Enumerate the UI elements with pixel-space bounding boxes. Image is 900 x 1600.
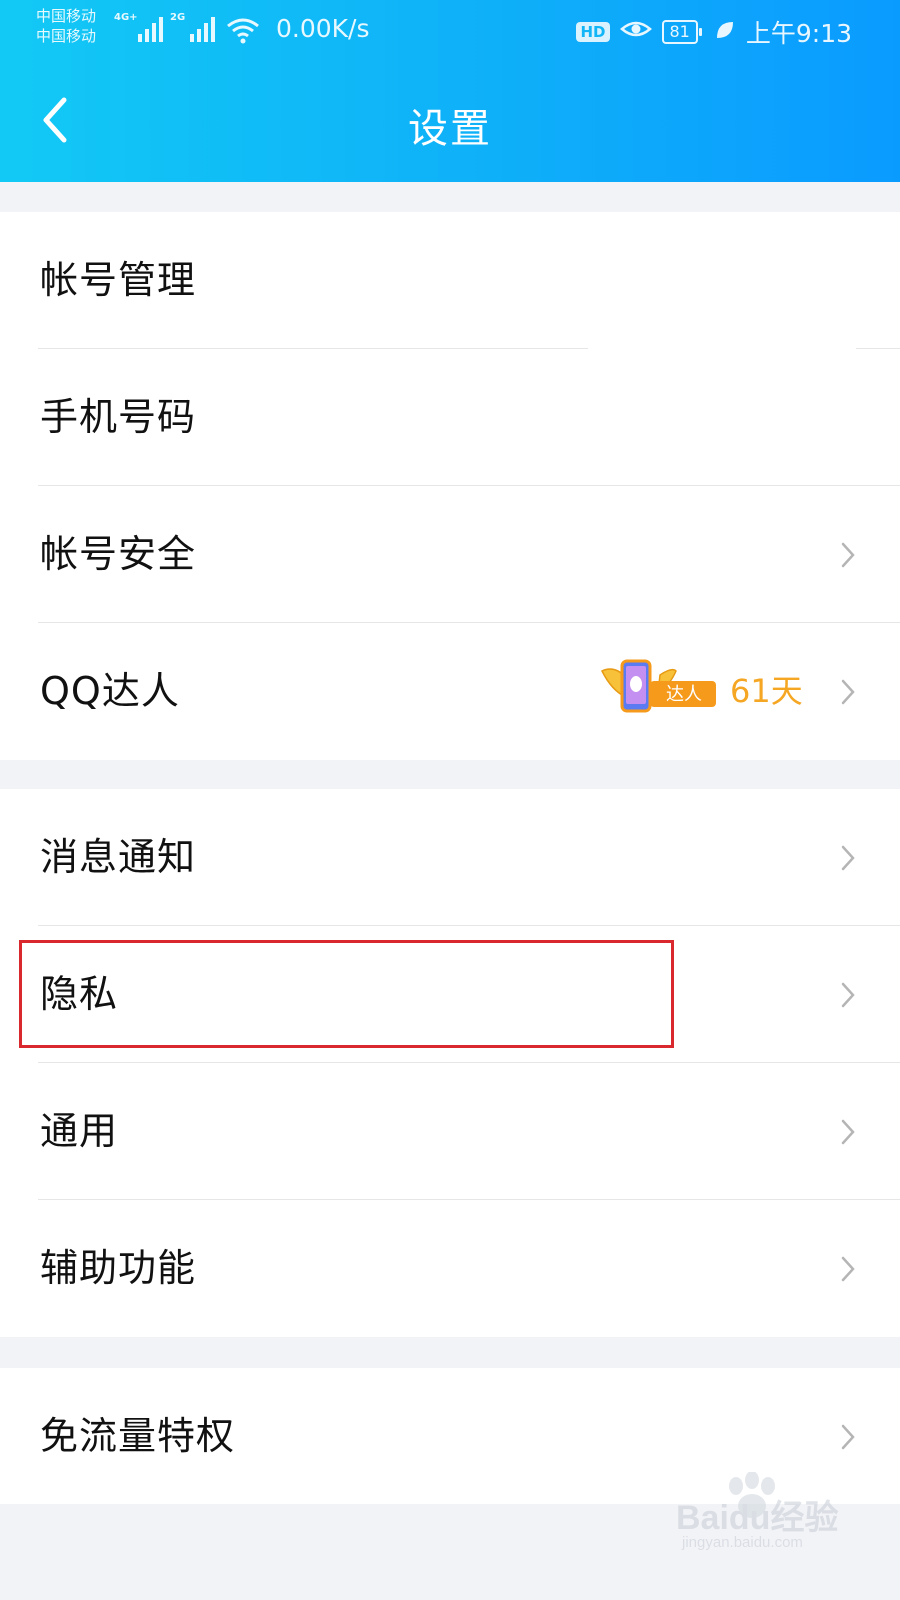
- network-2-label: 2G: [170, 12, 186, 23]
- row-privacy[interactable]: 隐私: [0, 926, 900, 1063]
- signal-1-icon: 4G+: [114, 12, 166, 48]
- eye-icon: [619, 17, 652, 47]
- chevron-right-icon: [841, 1256, 855, 1282]
- status-bar: 中国移动 中国移动 4G+ 2G 0.00K/s HD 81 上午9:13: [0, 0, 900, 60]
- row-account-management[interactable]: 帐号管理: [0, 212, 900, 349]
- badge-text: 达人: [666, 684, 702, 705]
- watermark-url: jingyan.baidu.com: [682, 1534, 803, 1551]
- battery-indicator: 81: [661, 20, 703, 44]
- row-label: 手机号码: [40, 395, 197, 439]
- chevron-right-icon: [841, 982, 855, 1008]
- carrier-2-label: 中国移动: [36, 27, 97, 45]
- row-label: 帐号管理: [40, 258, 197, 302]
- carrier-1-label: 中国移动: [36, 7, 97, 25]
- row-phone-number[interactable]: 手机号码: [0, 349, 900, 486]
- chevron-right-icon: [841, 845, 855, 871]
- clock: 上午9:13: [745, 19, 852, 48]
- signal-2-icon: 2G: [170, 12, 222, 48]
- carrier-info: 中国移动 中国移动: [36, 6, 96, 46]
- chevron-right-icon: [841, 542, 855, 568]
- row-label: 免流量特权: [40, 1414, 236, 1458]
- row-accessibility[interactable]: 辅助功能: [0, 1200, 900, 1337]
- page-title: 设置: [408, 106, 492, 152]
- watermark: Baidu经验 jingyan.baidu.com: [676, 1472, 856, 1556]
- status-right: HD 81 上午9:13: [576, 14, 852, 50]
- row-label: 消息通知: [40, 835, 197, 879]
- row-label: QQ达人: [40, 669, 180, 713]
- app-header: 中国移动 中国移动 4G+ 2G 0.00K/s HD 81 上午9:13 设置: [0, 0, 900, 182]
- row-general[interactable]: 通用: [0, 1063, 900, 1200]
- network-1-label: 4G+: [114, 12, 138, 23]
- chevron-right-icon: [841, 1424, 855, 1450]
- row-label: 通用: [40, 1109, 119, 1153]
- chevron-right-icon: [841, 1119, 855, 1145]
- expert-days: 61天: [730, 672, 803, 710]
- hd-badge: HD: [576, 22, 610, 42]
- winged-phone-icon: 达人: [600, 659, 716, 713]
- row-message-notification[interactable]: 消息通知: [0, 789, 900, 926]
- settings-group-general: 消息通知 隐私 通用 辅助功能: [0, 789, 900, 1337]
- chevron-right-icon: [841, 679, 855, 705]
- wifi-icon: [226, 16, 260, 48]
- row-label: 隐私: [40, 972, 119, 1016]
- row-qq-expert[interactable]: QQ达人 达人 61天: [0, 623, 900, 760]
- watermark-brand: Baidu经验: [676, 1499, 839, 1537]
- network-speed: 0.00K/s: [276, 14, 370, 43]
- row-label: 辅助功能: [40, 1246, 197, 1290]
- leaf-icon: [714, 18, 736, 47]
- row-label: 帐号安全: [40, 532, 197, 576]
- row-account-security[interactable]: 帐号安全: [0, 486, 900, 623]
- settings-group-account: 帐号管理 手机号码 帐号安全 QQ达人 达人 61天: [0, 212, 900, 760]
- expert-badge: 达人: [600, 657, 720, 721]
